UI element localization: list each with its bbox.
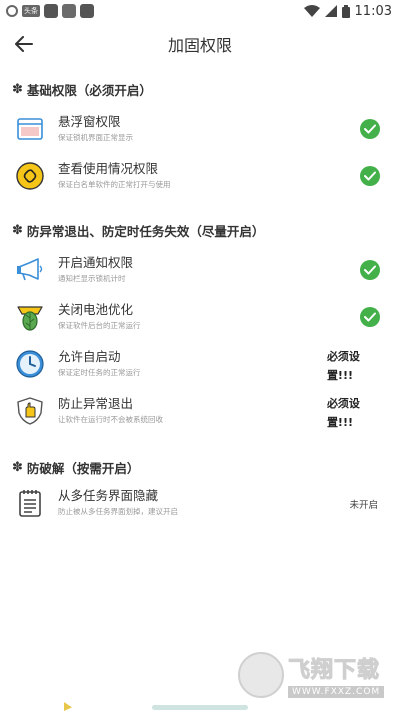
item-subtitle: 让软件在运行时不会被系统回收 (58, 415, 163, 424)
section-title: 防异常退出、防定时任务失效（尽量开启） (26, 224, 265, 239)
item-subtitle: 保证定时任务的正常运行 (58, 368, 141, 377)
status-not-enabled: 未开启 (349, 493, 382, 512)
status-bar-right: 11:03 (303, 3, 392, 19)
status-bar: 头条 11:03 (0, 0, 400, 22)
section-title: 基础权限（必须开启） (26, 83, 152, 98)
section-header-anti-crack: ✽ 防破解（按需开启） (0, 458, 400, 477)
watermark-text: 飞翔下载 (287, 658, 381, 684)
news-app-icon: 头条 (22, 5, 40, 17)
status-bar-left: 头条 (6, 4, 94, 18)
signal-icon (324, 5, 337, 17)
watermark: 飞翔下载 WWW.FXXZ.COM (238, 652, 385, 698)
back-button[interactable] (4, 24, 44, 64)
item-title: 允许自启动 (58, 349, 121, 364)
item-subtitle: 通知栏显示锁机计时 (58, 274, 126, 283)
flower-icon: ✽ (12, 223, 23, 238)
status-check (360, 165, 382, 186)
check-circle-icon (360, 118, 380, 139)
page-title: 加固权限 (167, 36, 232, 55)
status-time: 11:03 (354, 3, 392, 19)
flower-icon: ✽ (12, 460, 23, 475)
status-check (360, 306, 382, 327)
notepad-icon (16, 489, 44, 517)
status-must-set: 必须设置!!! (327, 392, 382, 430)
watermark-url: WWW.FXXZ.COM (288, 686, 385, 698)
notification-dot-icon (6, 5, 18, 17)
app-notification-icon (44, 4, 58, 18)
list-item-overlay-permission[interactable]: 悬浮窗权限 保证锁机界面正常显示 (0, 105, 400, 152)
item-subtitle: 保证软件后台的正常运行 (58, 321, 141, 330)
section-header-basic: ✽ 基础权限（必须开启） (0, 80, 400, 99)
item-subtitle: 保证锁机界面正常显示 (58, 133, 133, 142)
list-item-auto-start[interactable]: 允许自启动 保证定时任务的正常运行 必须设置!!! (0, 340, 400, 387)
status-must-set: 必须设置!!! (327, 345, 382, 383)
pointer-icon (64, 702, 72, 711)
item-title: 查看使用情况权限 (58, 161, 159, 176)
item-subtitle: 保证白名单软件的正常打开与使用 (58, 180, 171, 189)
list-item-prevent-exit[interactable]: 防止异常退出 让软件在运行时不会被系统回收 必须设置!!! (0, 387, 400, 434)
item-title: 悬浮窗权限 (58, 114, 121, 129)
check-circle-icon (360, 259, 380, 280)
check-circle-icon (360, 306, 380, 327)
not-enabled-label: 未开启 (349, 500, 378, 511)
window-icon (16, 115, 44, 143)
item-title: 防止异常退出 (58, 396, 134, 411)
battery-icon (341, 4, 350, 18)
item-subtitle: 防止被从多任务界面划掉，建议开启 (58, 507, 178, 516)
item-title: 关闭电池优化 (58, 302, 134, 317)
arrow-left-icon (15, 36, 33, 52)
clock-icon (16, 349, 44, 378)
list-item-usage-permission[interactable]: 查看使用情况权限 保证白名单软件的正常打开与使用 (0, 152, 400, 199)
must-set-label: 必须设置!!! (326, 349, 360, 382)
link-badge-icon (16, 161, 44, 190)
flower-icon: ✽ (12, 82, 23, 97)
home-indicator[interactable] (152, 705, 248, 710)
list-item-hide-from-recents[interactable]: 从多任务界面隐藏 防止被从多任务界面划掉，建议开启 未开启 (0, 479, 400, 526)
check-circle-icon (360, 165, 380, 186)
wifi-icon (303, 5, 320, 17)
section-title: 防破解（按需开启） (26, 461, 140, 476)
list-item-notification-permission[interactable]: 开启通知权限 通知栏显示锁机计时 (0, 246, 400, 293)
watermark-logo-icon (238, 652, 284, 698)
section-header-anti-exit: ✽ 防异常退出、防定时任务失效（尽量开启） (0, 221, 400, 240)
app-notification-icon (62, 4, 76, 18)
must-set-label: 必须设置!!! (326, 396, 360, 429)
megaphone-icon (16, 256, 44, 284)
leaf-battery-icon (16, 303, 44, 331)
list-item-battery-optimization[interactable]: 关闭电池优化 保证软件后台的正常运行 (0, 293, 400, 340)
status-check (360, 259, 382, 280)
app-bar: 加固权限 (0, 22, 400, 66)
shield-hand-icon (16, 396, 44, 425)
status-check (360, 118, 382, 139)
app-notification-icon (80, 4, 94, 18)
item-title: 从多任务界面隐藏 (58, 488, 159, 503)
item-title: 开启通知权限 (58, 255, 134, 270)
